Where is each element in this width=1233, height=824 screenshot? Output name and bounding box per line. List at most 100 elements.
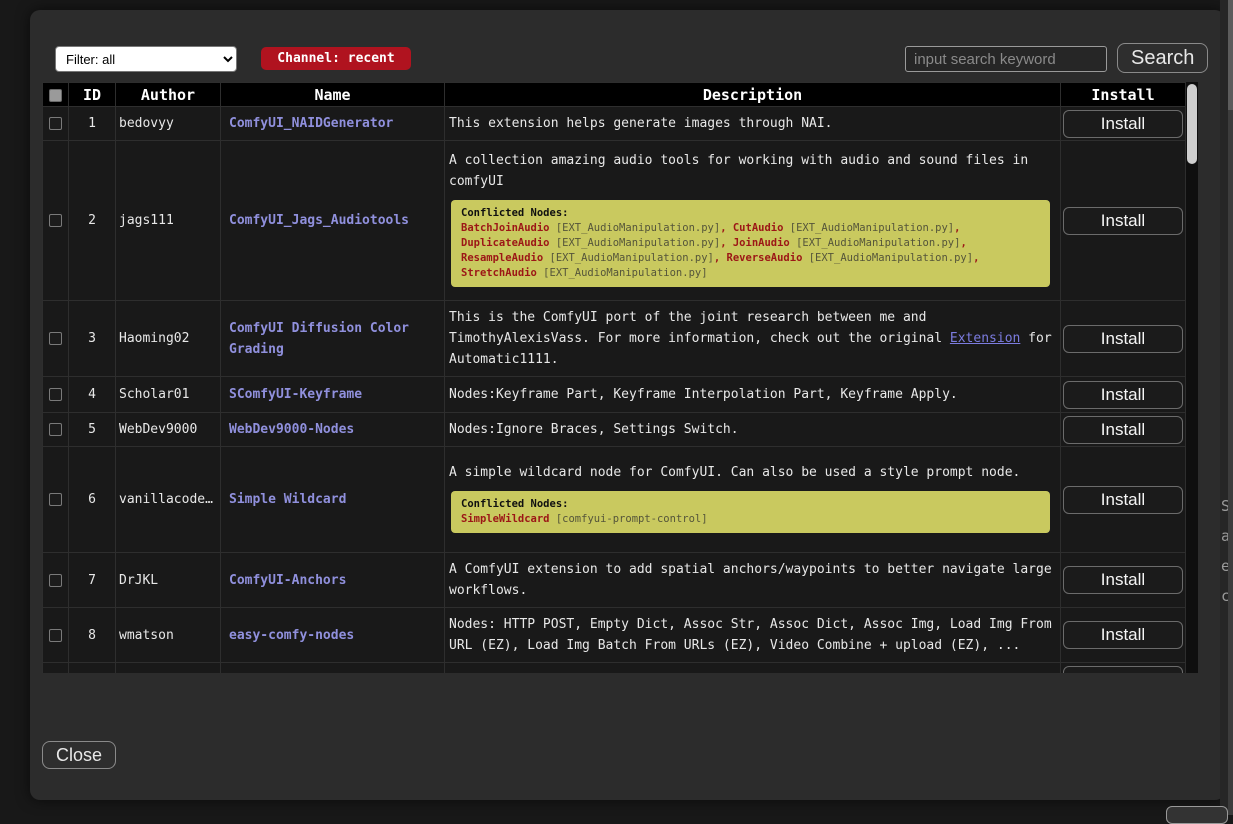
install-button[interactable]: Install — [1063, 666, 1183, 674]
conflict-title: Conflicted Nodes: — [461, 206, 1040, 221]
row-id: 6 — [69, 447, 116, 553]
row-select-cell — [43, 377, 69, 413]
description-text: Nodes: ComfyUI Mexx Styler, ComfyUI Mexx… — [449, 669, 1052, 673]
row-id: 3 — [69, 301, 116, 377]
extension-name-link[interactable]: SComfyUI-Keyframe — [229, 387, 362, 402]
row-name-cell: Simple Wildcard — [221, 447, 445, 553]
row-description: This is the ComfyUI port of the joint re… — [445, 301, 1061, 377]
install-button[interactable]: Install — [1063, 381, 1183, 409]
conflict-node-name: CutAudio — [733, 222, 784, 234]
install-button[interactable]: Install — [1063, 416, 1183, 444]
extension-name-link[interactable]: ComfyUI_Jags_Audiotools — [229, 213, 409, 228]
row-author: DrJKL — [116, 553, 221, 608]
conflict-node-name: JoinAudio — [733, 237, 790, 249]
conflict-node-name: DuplicateAudio — [461, 237, 550, 249]
row-checkbox[interactable] — [49, 629, 62, 642]
description-text: Nodes:Keyframe Part, Keyframe Interpolat… — [449, 384, 1052, 405]
row-install-cell: Install — [1061, 141, 1186, 301]
row-select-cell — [43, 413, 69, 447]
row-name-cell: WebDev9000-Nodes — [221, 413, 445, 447]
table-row: 5WebDev9000WebDev9000-NodesNodes:Ignore … — [43, 413, 1186, 447]
extension-name-link[interactable]: ComfyUI_Mexx_Styler — [229, 672, 378, 673]
conflict-node-source: [EXT_AudioManipulation.py] — [550, 222, 721, 234]
row-description: Nodes:Ignore Braces, Settings Switch. — [445, 413, 1061, 447]
row-author: bedovyy — [116, 107, 221, 141]
conflict-node-name: BatchJoinAudio — [461, 222, 550, 234]
col-header-author: Author — [116, 83, 221, 107]
conflict-node-name: StretchAudio — [461, 267, 537, 279]
page-scrollbar[interactable] — [1228, 0, 1233, 815]
install-button[interactable]: Install — [1063, 621, 1183, 649]
row-name-cell: ComfyUI_NAIDGenerator — [221, 107, 445, 141]
custom-nodes-table: ID Author Name Description Install 1bedo… — [42, 82, 1186, 673]
row-description: A ComfyUI extension to add spatial ancho… — [445, 553, 1061, 608]
row-select-cell — [43, 447, 69, 553]
extension-name-link[interactable]: WebDev9000-Nodes — [229, 422, 354, 437]
table-scrollbar-thumb[interactable] — [1187, 84, 1197, 164]
conflict-node-source: [EXT_AudioManipulation.py] — [783, 222, 954, 234]
table-scrollbar[interactable] — [1186, 82, 1198, 673]
extension-name-link[interactable]: easy-comfy-nodes — [229, 628, 354, 643]
row-checkbox[interactable] — [49, 493, 62, 506]
custom-nodes-table-container: ID Author Name Description Install 1bedo… — [42, 82, 1198, 673]
cut-off-button[interactable] — [1166, 806, 1228, 824]
conflict-list: BatchJoinAudio [EXT_AudioManipulation.py… — [461, 221, 1040, 281]
select-all-checkbox[interactable] — [49, 89, 62, 102]
table-row: 8wmatsoneasy-comfy-nodesNodes: HTTP POST… — [43, 608, 1186, 663]
install-button[interactable]: Install — [1063, 110, 1183, 138]
row-checkbox[interactable] — [49, 117, 62, 130]
extension-name-link[interactable]: ComfyUI_NAIDGenerator — [229, 116, 393, 131]
row-checkbox[interactable] — [49, 574, 62, 587]
install-button[interactable]: Install — [1063, 325, 1183, 353]
row-description: A simple wildcard node for ComfyUI. Can … — [445, 447, 1061, 553]
table-row: 4Scholar01SComfyUI-KeyframeNodes:Keyfram… — [43, 377, 1186, 413]
extension-name-link[interactable]: ComfyUI-Anchors — [229, 573, 346, 588]
page-scrollbar-thumb[interactable] — [1228, 0, 1233, 110]
row-install-cell: Install — [1061, 553, 1186, 608]
description-text: A collection amazing audio tools for wor… — [449, 150, 1052, 192]
row-checkbox[interactable] — [49, 423, 62, 436]
conflict-warning: Conflicted Nodes:BatchJoinAudio [EXT_Aud… — [451, 200, 1050, 287]
description-text: This extension helps generate images thr… — [449, 113, 1052, 134]
row-select-cell — [43, 141, 69, 301]
col-header-id: ID — [69, 83, 116, 107]
col-header-install: Install — [1061, 83, 1186, 107]
conflict-node-source: [EXT_AudioManipulation.py] — [790, 237, 961, 249]
row-select-cell — [43, 107, 69, 141]
search-button[interactable]: Search — [1117, 43, 1208, 73]
select-all-header — [43, 83, 69, 107]
extension-name-link[interactable]: ComfyUI Diffusion Color Grading — [229, 321, 409, 357]
row-id: 5 — [69, 413, 116, 447]
row-id: 4 — [69, 377, 116, 413]
row-checkbox[interactable] — [49, 214, 62, 227]
search-input[interactable] — [905, 46, 1107, 72]
row-name-cell: easy-comfy-nodes — [221, 608, 445, 663]
filter-select[interactable]: Filter: all — [55, 46, 237, 72]
description-link[interactable]: Extension — [950, 331, 1020, 346]
row-checkbox[interactable] — [49, 332, 62, 345]
row-description: A collection amazing audio tools for wor… — [445, 141, 1061, 301]
row-select-cell — [43, 553, 69, 608]
col-header-name: Name — [221, 83, 445, 107]
conflict-node-source: [EXT_AudioManipulation.py] — [550, 237, 721, 249]
row-description: Nodes: HTTP POST, Empty Dict, Assoc Str,… — [445, 608, 1061, 663]
row-name-cell: ComfyUI-Anchors — [221, 553, 445, 608]
row-description: This extension helps generate images thr… — [445, 107, 1061, 141]
row-install-cell: Install — [1061, 377, 1186, 413]
conflict-title: Conflicted Nodes: — [461, 497, 1040, 512]
row-checkbox[interactable] — [49, 388, 62, 401]
install-button[interactable]: Install — [1063, 486, 1183, 514]
row-description: Nodes:Keyframe Part, Keyframe Interpolat… — [445, 377, 1061, 413]
close-button[interactable]: Close — [42, 741, 116, 769]
table-row: 9SoftMengComfyUI_Mexx_StylerNodes: Comfy… — [43, 663, 1186, 674]
description-text: This is the ComfyUI port of the joint re… — [449, 307, 1052, 370]
row-select-cell — [43, 663, 69, 674]
conflict-node-name: SimpleWildcard — [461, 513, 550, 525]
row-name-cell: SComfyUI-Keyframe — [221, 377, 445, 413]
install-button[interactable]: Install — [1063, 207, 1183, 235]
row-select-cell — [43, 301, 69, 377]
extension-name-link[interactable]: Simple Wildcard — [229, 492, 346, 507]
channel-badge: Channel: recent — [261, 47, 411, 70]
table-row: 7DrJKLComfyUI-AnchorsA ComfyUI extension… — [43, 553, 1186, 608]
install-button[interactable]: Install — [1063, 566, 1183, 594]
